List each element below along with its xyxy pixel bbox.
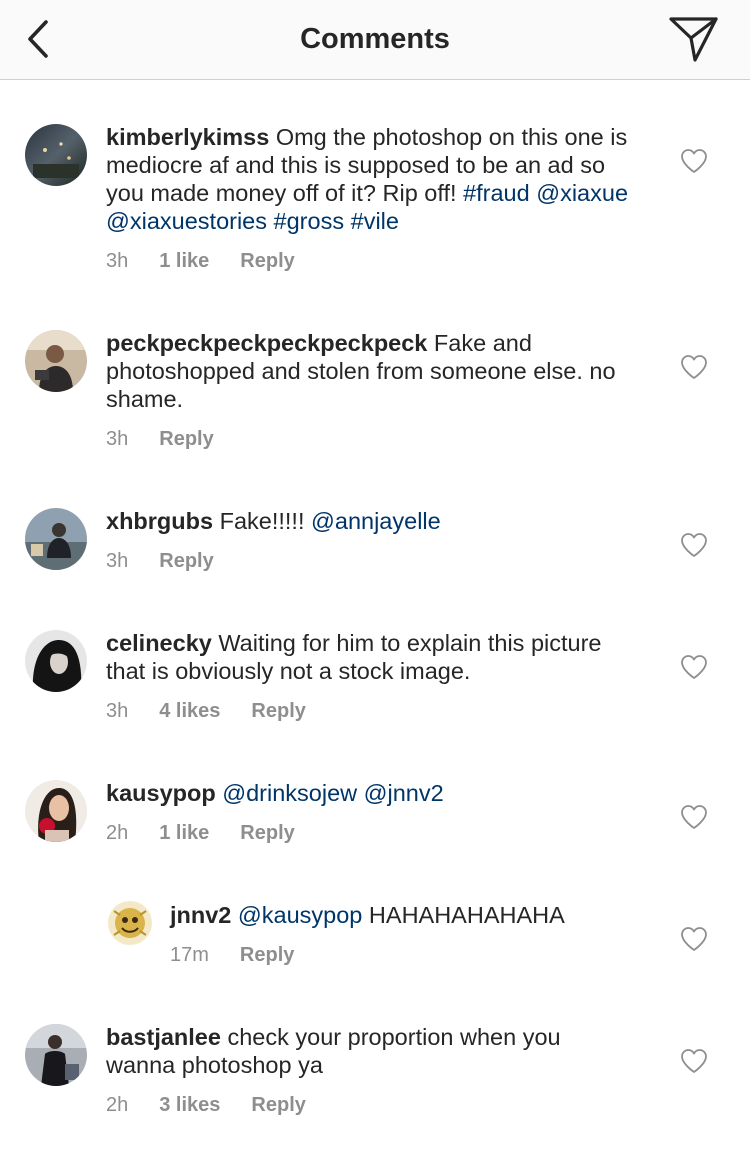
- like-count[interactable]: 3 likes: [159, 1093, 220, 1117]
- like-button[interactable]: [680, 148, 708, 174]
- comment-meta: 2h 3 likes Reply: [106, 1093, 306, 1117]
- avatar[interactable]: [25, 508, 87, 570]
- comment-time: 3h: [106, 700, 129, 722]
- like-button[interactable]: [680, 532, 708, 558]
- comment-time: 3h: [106, 550, 129, 572]
- comment-username[interactable]: jnnv2: [170, 902, 231, 928]
- reply-button[interactable]: Reply: [251, 699, 305, 723]
- mention-link[interactable]: @kausypop: [238, 902, 362, 928]
- reply-button[interactable]: Reply: [240, 821, 294, 845]
- reply-button[interactable]: Reply: [159, 427, 213, 451]
- comment-meta: 3h Reply: [106, 549, 214, 573]
- heart-outline-icon: [681, 655, 707, 679]
- mention-link[interactable]: @jnnv2: [364, 780, 444, 806]
- comment-username[interactable]: bastjanlee: [106, 1024, 221, 1050]
- reply-button[interactable]: Reply: [240, 249, 294, 273]
- comment-username[interactable]: xhbrgubs: [106, 508, 213, 534]
- comment-body: HAHAHAHAHAHA: [362, 902, 565, 928]
- header-bar: Comments: [0, 0, 750, 80]
- comment-meta: 3h Reply: [106, 427, 214, 451]
- mention-link[interactable]: @xiaxuestories: [106, 208, 267, 234]
- comment-username[interactable]: kausypop: [106, 780, 216, 806]
- comment-meta: 3h 4 likes Reply: [106, 699, 306, 723]
- comment-username[interactable]: peckpeckpeckpeckpeckpeck: [106, 330, 427, 356]
- like-button[interactable]: [680, 354, 708, 380]
- avatar[interactable]: [25, 780, 87, 842]
- like-count[interactable]: 1 like: [159, 821, 209, 845]
- mention-link[interactable]: @annjayelle: [311, 508, 441, 534]
- comment-text: jnnv2 @kausypop HAHAHAHAHAHA: [170, 901, 650, 929]
- comment-username[interactable]: celinecky: [106, 630, 212, 656]
- hashtag-link[interactable]: #vile: [351, 208, 399, 234]
- hashtag-link[interactable]: #fraud: [463, 180, 530, 206]
- comment-text: bastjanlee check your proportion when yo…: [106, 1023, 636, 1079]
- avatar[interactable]: [25, 330, 87, 392]
- heart-outline-icon: [681, 533, 707, 557]
- comment-time: 3h: [106, 428, 129, 450]
- mention-link[interactable]: @xiaxue: [536, 180, 628, 206]
- like-count[interactable]: 1 like: [159, 249, 209, 273]
- comment-text: xhbrgubs Fake!!!!! @annjayelle: [106, 507, 636, 535]
- avatar[interactable]: [25, 1024, 87, 1086]
- avatar[interactable]: [25, 124, 87, 186]
- avatar[interactable]: [108, 901, 152, 945]
- comment-text: kimberlykimss Omg the photoshop on this …: [106, 123, 636, 235]
- share-button[interactable]: [664, 12, 724, 66]
- comment-meta: 2h 1 like Reply: [106, 821, 295, 845]
- page-title: Comments: [300, 23, 450, 55]
- comment-time: 2h: [106, 822, 129, 844]
- heart-outline-icon: [681, 1049, 707, 1073]
- like-count[interactable]: 4 likes: [159, 699, 220, 723]
- comment-text: peckpeckpeckpeckpeckpeck Fake and photos…: [106, 329, 636, 413]
- like-button[interactable]: [680, 654, 708, 680]
- heart-outline-icon: [681, 355, 707, 379]
- mention-link[interactable]: @drinksojew: [222, 780, 357, 806]
- comment-text: kausypop @drinksojew @jnnv2: [106, 779, 636, 807]
- heart-outline-icon: [681, 805, 707, 829]
- reply-button[interactable]: Reply: [240, 943, 294, 967]
- heart-outline-icon: [681, 927, 707, 951]
- comment-username[interactable]: kimberlykimss: [106, 124, 269, 150]
- comment-time: 17m: [170, 944, 209, 966]
- heart-outline-icon: [681, 149, 707, 173]
- paper-plane-icon: [669, 17, 718, 62]
- comment-body: Fake!!!!!: [213, 508, 312, 534]
- reply-button[interactable]: Reply: [251, 1093, 305, 1117]
- reply-button[interactable]: Reply: [159, 549, 213, 573]
- comment-text: celinecky Waiting for him to explain thi…: [106, 629, 636, 685]
- like-button[interactable]: [680, 1048, 708, 1074]
- hashtag-link[interactable]: #gross: [274, 208, 345, 234]
- comment-time: 3h: [106, 250, 129, 272]
- avatar[interactable]: [25, 630, 87, 692]
- comment-meta: 17m Reply: [170, 943, 294, 967]
- like-button[interactable]: [680, 804, 708, 830]
- comment-meta: 3h 1 like Reply: [106, 249, 295, 273]
- like-button[interactable]: [680, 926, 708, 952]
- comment-time: 2h: [106, 1094, 129, 1116]
